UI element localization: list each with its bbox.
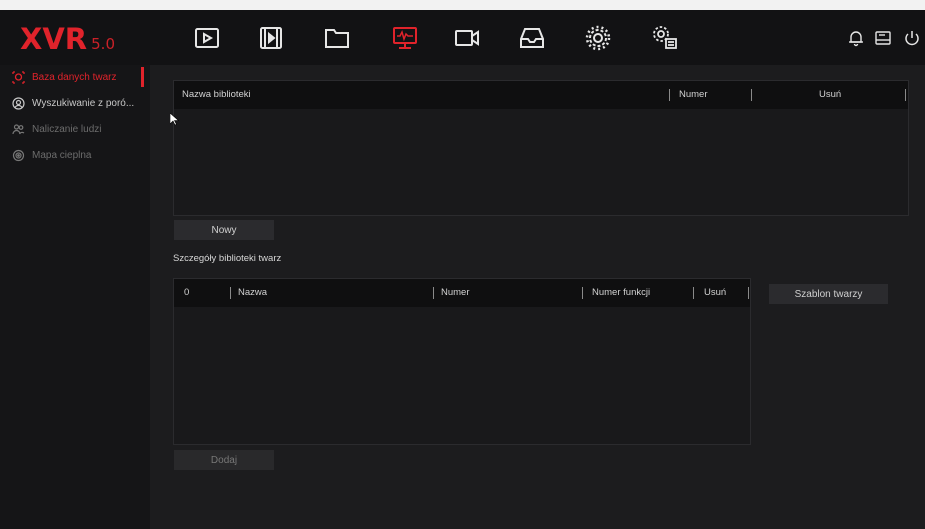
top-navigation-bar: XVR 5.0 <box>0 10 925 65</box>
column-header-number: Numer <box>679 89 708 100</box>
settings-gear-icon[interactable] <box>583 23 613 53</box>
sidebar-item-label: Baza danych twarz <box>32 71 117 83</box>
sidebar-item-label: Wyszukiwanie z poró... <box>32 97 135 109</box>
column-header-library-name: Nazwa biblioteki <box>182 89 251 100</box>
sidebar-item-label: Mapa cieplna <box>32 149 92 161</box>
storage-icon[interactable] <box>517 23 547 53</box>
heatmap-icon <box>12 149 25 162</box>
column-separator <box>693 287 694 299</box>
table-header: Nazwa biblioteki Numer Usuń <box>174 81 908 109</box>
column-header-name: Nazwa <box>238 287 268 298</box>
playback-icon[interactable] <box>192 23 222 53</box>
sidebar-item-label: Naliczanie ludzi <box>32 123 102 135</box>
power-icon[interactable] <box>903 29 921 47</box>
sidebar-item-face-database[interactable]: Baza danych twarz <box>0 66 150 88</box>
mouse-cursor-icon <box>170 113 179 126</box>
people-count-icon <box>12 123 25 136</box>
xvr-logo: XVR 5.0 <box>20 22 115 56</box>
column-separator <box>751 89 752 101</box>
column-separator <box>582 287 583 299</box>
table-header: 0 Nazwa Numer Numer funkcji Usuń <box>174 279 750 307</box>
bell-icon[interactable] <box>847 29 865 47</box>
face-search-icon <box>12 96 25 110</box>
sidebar-item-people-count[interactable]: Naliczanie ludzi <box>0 118 150 140</box>
face-template-button[interactable]: Szablon twarzy <box>769 284 888 304</box>
logo-text: XVR <box>20 22 88 56</box>
xvr-app-window: XVR 5.0 Baza danych twarz Wyszukiwanie z… <box>0 10 925 529</box>
column-header-delete: Usuń <box>819 89 842 100</box>
logo-version: 5.0 <box>91 35 115 53</box>
library-details-heading: Szczegóły biblioteki twarz <box>173 253 282 264</box>
sidebar: Baza danych twarz Wyszukiwanie z poró...… <box>0 65 150 529</box>
column-header-number: Numer <box>441 287 470 298</box>
face-database-icon <box>12 70 25 84</box>
video-clip-icon[interactable] <box>256 23 286 53</box>
column-header-index: 0 <box>184 287 190 298</box>
column-separator <box>433 287 434 299</box>
column-header-feature-number: Numer funkcji <box>592 287 651 298</box>
monitor-icon[interactable] <box>390 23 420 53</box>
column-separator <box>669 89 670 101</box>
add-button[interactable]: Dodaj <box>174 450 274 470</box>
disk-icon[interactable] <box>874 29 892 47</box>
system-settings-icon[interactable] <box>650 23 680 53</box>
sidebar-item-heatmap[interactable]: Mapa cieplna <box>0 144 150 166</box>
column-separator <box>748 287 749 299</box>
camera-icon[interactable] <box>452 23 482 53</box>
column-separator <box>905 89 906 101</box>
library-details-table: 0 Nazwa Numer Numer funkcji Usuń <box>173 278 751 445</box>
new-library-button[interactable]: Nowy <box>174 220 274 240</box>
sidebar-item-face-search[interactable]: Wyszukiwanie z poró... <box>0 92 150 114</box>
folder-icon[interactable] <box>322 23 352 53</box>
column-separator <box>230 287 231 299</box>
face-library-table: Nazwa biblioteki Numer Usuń <box>173 80 909 216</box>
column-header-delete: Usuń <box>704 287 727 298</box>
